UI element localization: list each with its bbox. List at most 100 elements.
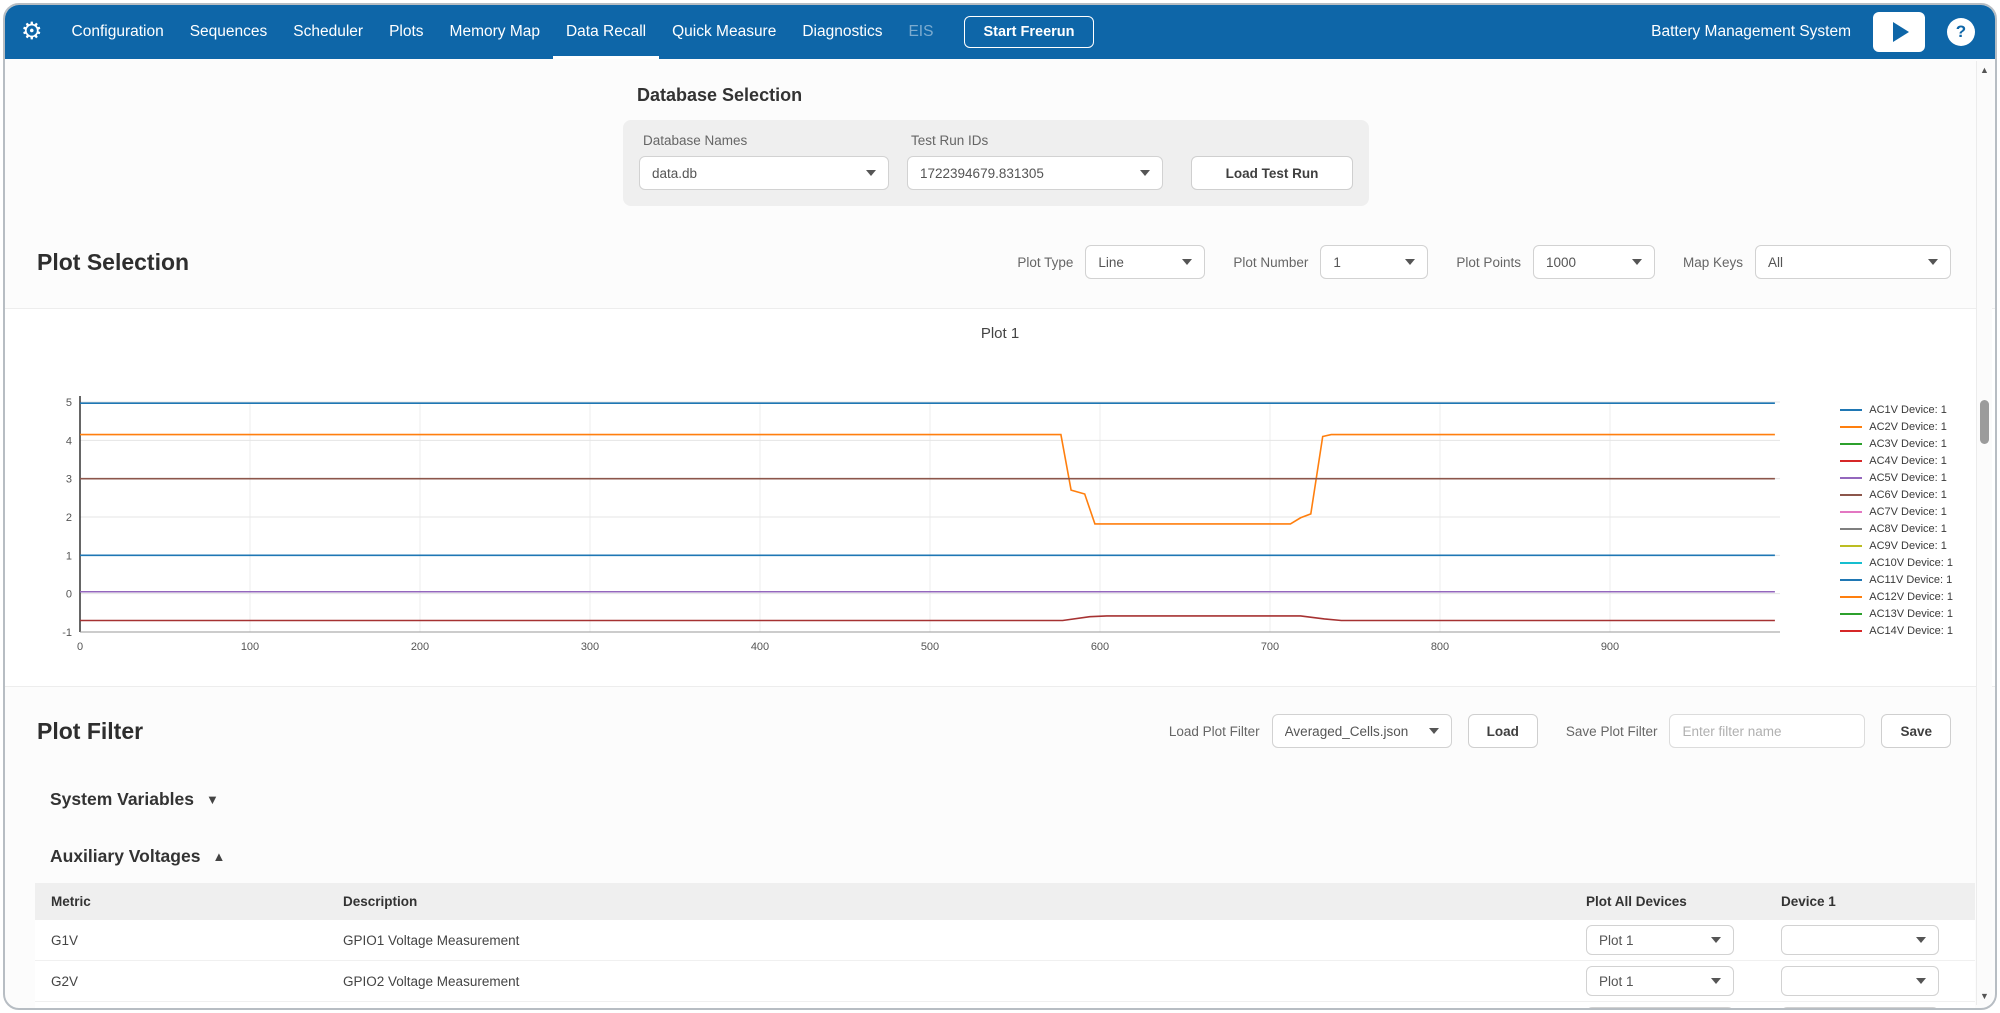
load-plot-filter-dropdown[interactable]: Averaged_Cells.json: [1272, 714, 1452, 748]
app-title: Battery Management System: [1651, 23, 1851, 41]
test-run-ids-field: Test Run IDs 1722394679.831305: [907, 133, 1163, 190]
save-button[interactable]: Save: [1881, 714, 1951, 748]
plot-type-dropdown[interactable]: Line: [1085, 245, 1205, 279]
load-plot-filter-value: Averaged_Cells.json: [1285, 724, 1421, 739]
database-names-dropdown[interactable]: data.db: [639, 156, 889, 190]
legend-item[interactable]: AC1V Device: 1: [1840, 401, 1953, 418]
plot-points-value: 1000: [1546, 255, 1624, 270]
database-names-label: Database Names: [643, 133, 889, 148]
plot-canvas: 0100200300400500600700800900-1012345: [45, 368, 1805, 660]
auxiliary-voltages-table: Metric Description Plot All Devices Devi…: [35, 883, 1975, 1010]
description-cell: GPIO3 Voltage Measurement: [327, 1002, 1570, 1011]
legend-item[interactable]: AC7V Device: 1: [1840, 503, 1953, 520]
col-description: Description: [327, 883, 1570, 920]
legend-item[interactable]: AC14V Device: 1: [1840, 622, 1953, 639]
test-run-ids-dropdown[interactable]: 1722394679.831305: [907, 156, 1163, 190]
description-cell: GPIO2 Voltage Measurement: [327, 961, 1570, 1002]
plot-selection-row: Plot Selection Plot Type Line Plot Numbe…: [5, 242, 1995, 282]
legend-label: AC8V Device: 1: [1869, 523, 1947, 535]
chevron-down-icon: [1429, 728, 1439, 734]
load-button[interactable]: Load: [1468, 714, 1538, 748]
plot-all-devices-value: Plot 1: [1599, 933, 1703, 948]
database-selection-title: Database Selection: [637, 85, 1995, 106]
svg-text:5: 5: [66, 397, 72, 409]
svg-text:0: 0: [66, 589, 72, 601]
legend-label: AC6V Device: 1: [1869, 489, 1947, 501]
legend-item[interactable]: AC5V Device: 1: [1840, 469, 1953, 486]
nav-scheduler[interactable]: Scheduler: [280, 5, 376, 59]
help-icon[interactable]: ?: [1947, 18, 1975, 46]
chevron-up-icon: ▲: [212, 849, 225, 864]
legend-item[interactable]: AC12V Device: 1: [1840, 588, 1953, 605]
svg-text:0: 0: [77, 641, 83, 653]
plot-all-devices-dropdown[interactable]: Plot 1: [1586, 1007, 1734, 1010]
legend-color-line: [1840, 494, 1862, 496]
test-run-ids-value: 1722394679.831305: [920, 166, 1132, 181]
device-1-dropdown[interactable]: [1781, 966, 1939, 996]
database-names-field: Database Names data.db: [639, 133, 889, 190]
scrollbar-thumb[interactable]: [1980, 400, 1989, 444]
svg-text:700: 700: [1261, 641, 1279, 653]
svg-text:-1: -1: [62, 627, 72, 639]
plot-all-devices-dropdown[interactable]: Plot 1: [1586, 925, 1734, 955]
database-names-value: data.db: [652, 166, 858, 181]
legend-item[interactable]: AC11V Device: 1: [1840, 571, 1953, 588]
legend-item[interactable]: AC6V Device: 1: [1840, 486, 1953, 503]
scroll-down-icon[interactable]: ▼: [1977, 989, 1992, 1003]
table-row: G2V GPIO2 Voltage Measurement Plot 1: [35, 961, 1975, 1002]
top-navbar: ⚙ Configuration Sequences Scheduler Plot…: [5, 5, 1995, 59]
save-filter-name-input[interactable]: [1669, 714, 1865, 748]
auxiliary-voltages-toggle[interactable]: Auxiliary Voltages ▲: [50, 846, 1995, 867]
page-scrollbar[interactable]: ▲ ▼: [1976, 61, 1992, 1005]
plot-points-dropdown[interactable]: 1000: [1533, 245, 1655, 279]
nav-data-recall[interactable]: Data Recall: [553, 5, 659, 59]
table-header-row: Metric Description Plot All Devices Devi…: [35, 883, 1975, 920]
plot-all-devices-dropdown[interactable]: Plot 1: [1586, 966, 1734, 996]
nav-memory-map[interactable]: Memory Map: [437, 5, 553, 59]
chevron-down-icon: [866, 170, 876, 176]
scroll-up-icon[interactable]: ▲: [1977, 63, 1992, 77]
chevron-down-icon: [1928, 259, 1938, 265]
system-variables-toggle[interactable]: System Variables ▼: [50, 789, 1995, 810]
legend-color-line: [1840, 511, 1862, 513]
legend-item[interactable]: AC10V Device: 1: [1840, 554, 1953, 571]
database-selection-panel: Database Names data.db Test Run IDs 1722…: [623, 120, 1369, 206]
main-nav: Configuration Sequences Scheduler Plots …: [59, 5, 947, 59]
map-keys-value: All: [1768, 255, 1920, 270]
chevron-down-icon: [1916, 937, 1926, 943]
nav-eis[interactable]: EIS: [895, 5, 946, 59]
nav-diagnostics[interactable]: Diagnostics: [789, 5, 895, 59]
map-keys-dropdown[interactable]: All: [1755, 245, 1951, 279]
legend-item[interactable]: AC13V Device: 1: [1840, 605, 1953, 622]
legend-label: AC2V Device: 1: [1869, 421, 1947, 433]
device-1-dropdown[interactable]: [1781, 1007, 1939, 1010]
legend-item[interactable]: AC3V Device: 1: [1840, 435, 1953, 452]
load-test-run-button[interactable]: Load Test Run: [1191, 156, 1353, 190]
database-selection-section: Database Selection Database Names data.d…: [623, 85, 1995, 206]
legend-color-line: [1840, 528, 1862, 530]
nav-plots[interactable]: Plots: [376, 5, 436, 59]
chevron-down-icon: [1711, 937, 1721, 943]
nav-sequences[interactable]: Sequences: [177, 5, 281, 59]
plot-legend: AC1V Device: 1 AC2V Device: 1 AC3V Device:…: [1840, 401, 1953, 639]
device-1-dropdown[interactable]: [1781, 925, 1939, 955]
legend-color-line: [1840, 613, 1862, 615]
nav-quick-measure[interactable]: Quick Measure: [659, 5, 789, 59]
legend-item[interactable]: AC8V Device: 1: [1840, 520, 1953, 537]
legend-color-line: [1840, 562, 1862, 564]
plot-number-dropdown[interactable]: 1: [1320, 245, 1428, 279]
col-metric: Metric: [35, 883, 327, 920]
legend-color-line: [1840, 443, 1862, 445]
chevron-down-icon: [1140, 170, 1150, 176]
legend-item[interactable]: AC4V Device: 1: [1840, 452, 1953, 469]
legend-label: AC13V Device: 1: [1869, 608, 1953, 620]
plot-all-devices-value: Plot 1: [1599, 974, 1703, 989]
col-device-1: Device 1: [1765, 883, 1975, 920]
play-button[interactable]: [1873, 12, 1925, 52]
legend-item[interactable]: AC9V Device: 1: [1840, 537, 1953, 554]
start-freerun-button[interactable]: Start Freerun: [964, 16, 1093, 48]
gear-icon[interactable]: ⚙: [21, 20, 43, 44]
legend-item[interactable]: AC2V Device: 1: [1840, 418, 1953, 435]
nav-configuration[interactable]: Configuration: [59, 5, 177, 59]
svg-text:400: 400: [751, 641, 769, 653]
